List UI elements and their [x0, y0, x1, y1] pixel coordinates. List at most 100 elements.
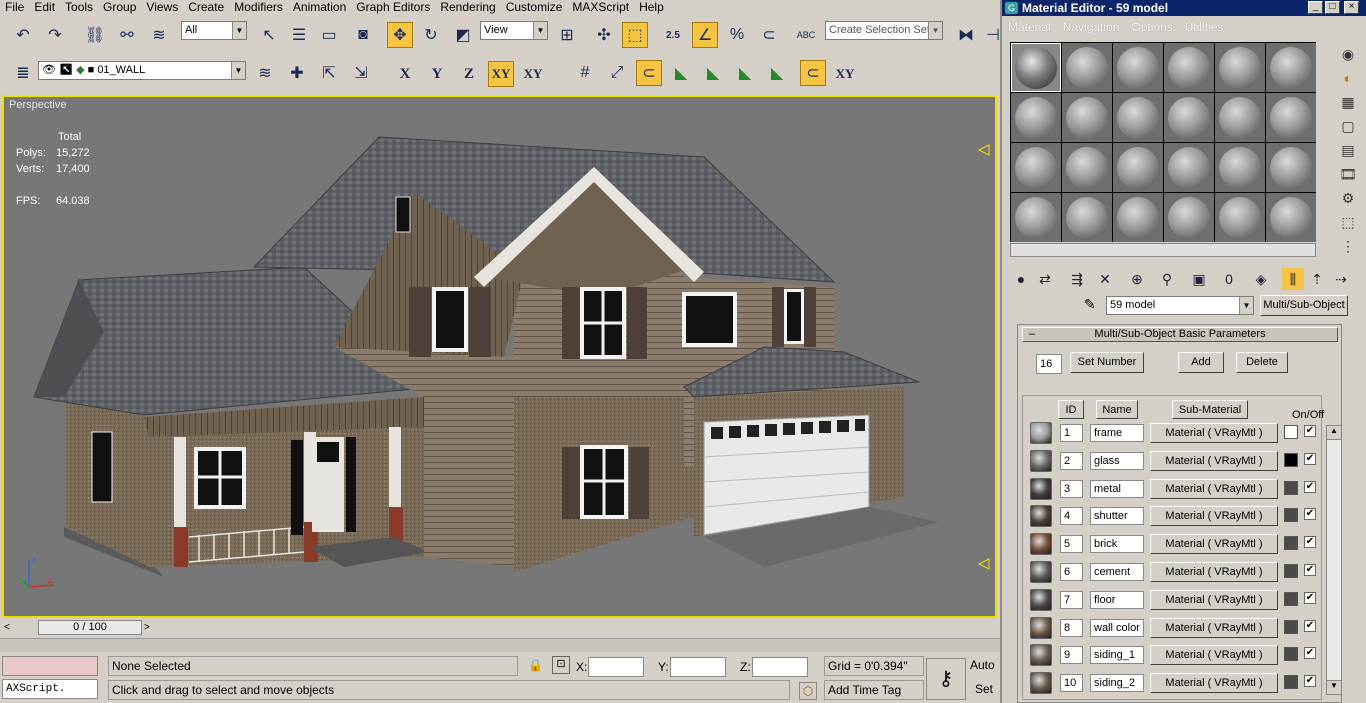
material-menu-item[interactable]: Utilities [1179, 18, 1230, 36]
scale-icon[interactable]: ◩ [450, 22, 476, 48]
submaterial-color-swatch[interactable] [1284, 675, 1298, 690]
sample-slot[interactable] [1113, 193, 1163, 242]
menu-item[interactable]: File [0, 1, 29, 14]
unlink-icon[interactable]: ⚯ [114, 22, 140, 48]
delete-button[interactable]: Delete [1236, 352, 1288, 373]
layer-select[interactable]: 👁 ↖ ◆ ■ 01_WALL ▼ [38, 61, 246, 80]
submaterial-id-field[interactable]: 3 [1060, 479, 1083, 498]
submaterial-id-field[interactable]: 6 [1060, 563, 1083, 581]
submaterial-name-field[interactable]: brick [1090, 535, 1144, 554]
submaterial-name-field[interactable]: siding_2 [1090, 674, 1144, 693]
constraint-xy-icon[interactable]: XY [832, 61, 858, 87]
submaterial-color-swatch[interactable] [1284, 508, 1298, 523]
set-key-icon[interactable]: ⚷ [926, 658, 966, 700]
undo-icon[interactable]: ↶ [10, 22, 36, 48]
submaterial-on-checkbox[interactable]: ✔ [1304, 480, 1316, 493]
submaterial-swatch[interactable] [1030, 644, 1052, 667]
sort-by-submaterial-button[interactable]: Sub-Material [1172, 400, 1248, 419]
assign-to-selection-icon[interactable]: ⇶ [1066, 268, 1088, 290]
background-checker-icon[interactable]: ▦ [1338, 92, 1358, 112]
minimize-icon[interactable]: _ [1308, 1, 1323, 14]
maxscript-listener-pink[interactable] [2, 656, 98, 676]
submaterial-on-checkbox[interactable]: ✔ [1304, 591, 1316, 604]
material-menu-item[interactable]: Navigation [1057, 18, 1126, 36]
make-preview-icon[interactable]: 🎞 [1338, 164, 1358, 184]
time-next-icon[interactable]: > [144, 622, 150, 633]
sample-slot[interactable] [1062, 93, 1112, 142]
menu-item[interactable]: Help [634, 1, 669, 14]
submaterial-swatch[interactable] [1030, 672, 1052, 695]
selection-filter-select[interactable]: All ▼ [181, 21, 247, 40]
submaterial-on-checkbox[interactable]: ✔ [1304, 647, 1316, 660]
submaterial-name-field[interactable]: glass [1090, 451, 1144, 470]
snap-grid-icon[interactable]: # [572, 60, 598, 86]
menu-item[interactable]: Create [183, 1, 229, 14]
angle-snap-icon[interactable]: ∠ [692, 22, 718, 48]
material-navigator-icon[interactable]: ⋮ [1338, 236, 1358, 256]
redo-icon[interactable]: ↷ [42, 22, 68, 48]
axis-xy-cycle-button[interactable]: XY [520, 61, 546, 87]
submaterial-button[interactable]: Material ( VRayMtl ) [1150, 534, 1278, 555]
sample-slot[interactable] [1164, 193, 1214, 242]
sample-slot[interactable] [1266, 193, 1316, 242]
sort-by-name-button[interactable]: Name [1096, 400, 1138, 419]
maxscript-listener-input[interactable]: AXScript. [2, 679, 98, 699]
add-time-tag-button[interactable]: Add Time Tag [824, 680, 924, 700]
slots-scrollbar[interactable] [1010, 243, 1316, 257]
sort-by-id-button[interactable]: ID [1058, 400, 1084, 419]
submaterial-swatch[interactable] [1030, 422, 1052, 444]
sample-slot[interactable] [1266, 143, 1316, 192]
video-color-check-icon[interactable]: ▤ [1338, 140, 1358, 160]
sample-slot[interactable] [1062, 143, 1112, 192]
time-slider[interactable]: 0 / 100 [38, 620, 142, 635]
material-name-select[interactable]: 59 model ▼ [1106, 296, 1254, 315]
snap-edge-icon[interactable]: ◣ [668, 60, 694, 86]
mirror-icon[interactable]: ⧓ [953, 22, 979, 48]
set-current-layer-icon[interactable]: ⇲ [348, 60, 374, 86]
put-to-library-icon[interactable]: ▣ [1188, 268, 1210, 290]
rect-region-icon[interactable]: ▭ [316, 22, 342, 48]
set-number-button[interactable]: Set Number [1070, 352, 1144, 373]
submaterial-name-field[interactable]: siding_1 [1090, 646, 1144, 665]
submaterial-color-swatch[interactable] [1284, 564, 1298, 578]
trackbar[interactable] [0, 638, 1000, 652]
sample-slot[interactable] [1266, 43, 1316, 92]
submaterial-name-field[interactable]: shutter [1090, 507, 1144, 526]
submaterial-name-field[interactable]: frame [1090, 424, 1144, 442]
submaterial-button[interactable]: Material ( VRayMtl ) [1150, 589, 1278, 610]
percent-snap-icon[interactable]: % [724, 22, 750, 48]
submaterial-on-checkbox[interactable]: ✔ [1304, 508, 1316, 521]
rotate-icon[interactable]: ↻ [418, 22, 444, 48]
axis-xy-button[interactable]: XY [488, 61, 514, 87]
y-coordinate-field[interactable] [670, 657, 726, 677]
sample-slot[interactable] [1266, 93, 1316, 142]
sample-slot[interactable] [1011, 193, 1061, 242]
submaterial-name-field[interactable]: floor [1090, 590, 1144, 609]
absolute-mode-icon[interactable]: ⊡ [552, 656, 570, 674]
select-in-layer-icon[interactable]: ⇱ [316, 60, 342, 86]
sample-slot[interactable] [1164, 143, 1214, 192]
submaterial-button[interactable]: Material ( VRayMtl ) [1150, 478, 1278, 499]
submaterial-swatch[interactable] [1030, 588, 1052, 611]
sample-slot[interactable] [1164, 93, 1214, 142]
close-icon[interactable]: × [1344, 1, 1359, 14]
menu-item[interactable]: Animation [288, 1, 351, 14]
menu-item[interactable]: Graph Editors [351, 1, 435, 14]
submaterial-on-checkbox[interactable]: ✔ [1304, 564, 1316, 576]
sample-slot[interactable] [1011, 143, 1061, 192]
submaterial-color-swatch[interactable] [1284, 452, 1298, 467]
sample-slot[interactable] [1215, 43, 1265, 92]
options-icon[interactable]: ⚙ [1338, 188, 1358, 208]
submaterial-button[interactable]: Material ( VRayMtl ) [1150, 645, 1278, 666]
submaterial-on-checkbox[interactable]: ✔ [1304, 425, 1316, 437]
sample-slot[interactable] [1113, 43, 1163, 92]
make-unique-icon[interactable]: ⚲ [1156, 268, 1178, 290]
time-tag-icon[interactable]: ⬡ [799, 682, 817, 700]
snap-midpoint-icon[interactable]: ◣ [732, 60, 758, 86]
submaterial-id-field[interactable]: 8 [1060, 618, 1083, 637]
reset-map-icon[interactable]: ✕ [1094, 268, 1116, 290]
add-button[interactable]: Add [1178, 352, 1224, 373]
submaterial-button[interactable]: Material ( VRayMtl ) [1150, 423, 1278, 443]
submaterial-button[interactable]: Material ( VRayMtl ) [1150, 562, 1278, 582]
x-coordinate-field[interactable] [588, 657, 644, 677]
